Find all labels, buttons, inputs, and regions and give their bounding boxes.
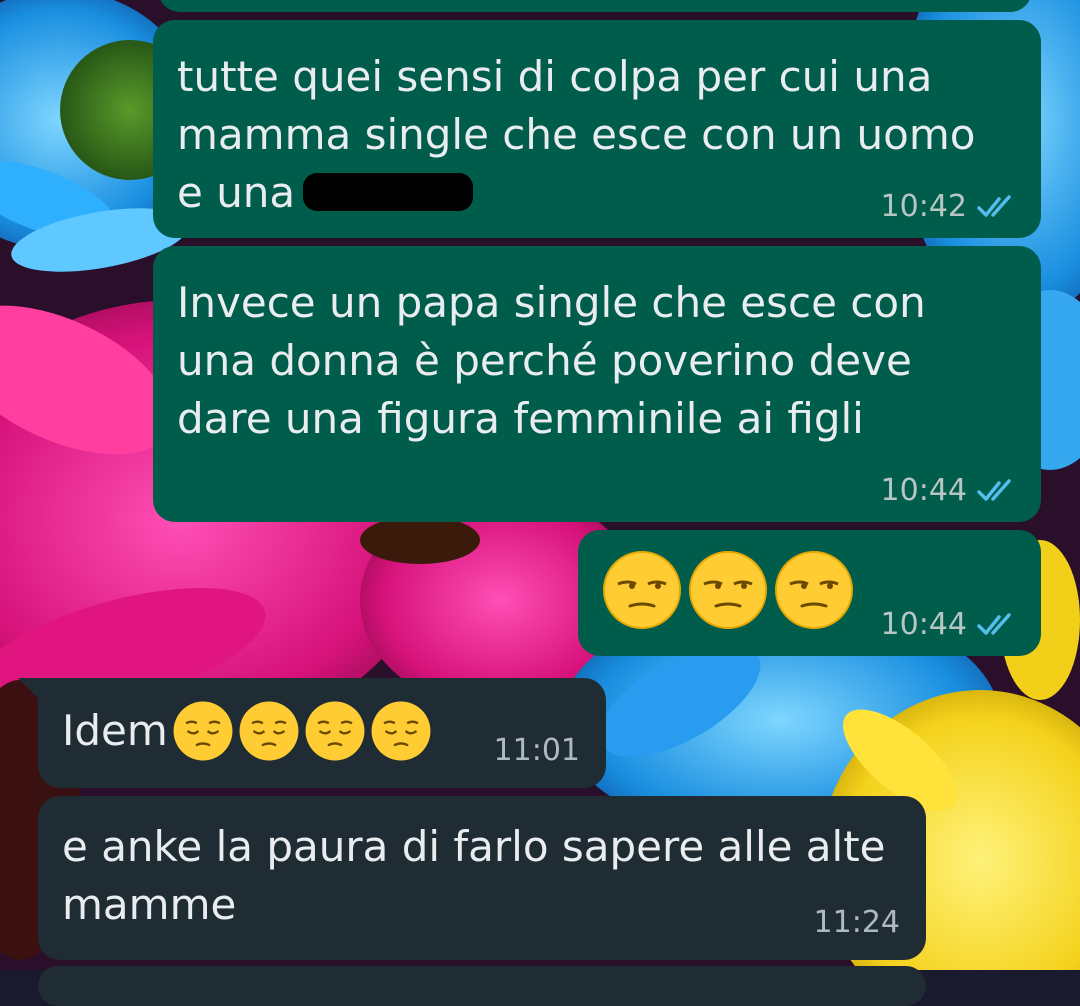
message-meta: 11:01 [494,734,580,768]
message-bubble-outgoing[interactable]: tutte quei sensi di colpa per cui una ma… [153,20,1041,238]
unamused-face-icon [689,551,767,629]
message-meta: 10:42 [881,190,1019,224]
double-check-icon [977,613,1011,635]
unamused-face-icon [603,551,681,629]
message-time: 10:44 [880,607,967,642]
message-text: e anke la paura di farlo sapere alle alt… [62,822,886,929]
message-bubble-outgoing[interactable]: Invece un papa single che esce con una d… [153,246,1041,522]
message-bubble-incoming[interactable]: Idem 11:01 [38,678,606,788]
redaction-mark [303,172,474,211]
message-time: 10:44 [880,473,967,508]
pensive-face-icon [371,701,431,761]
pensive-face-icon [239,701,299,761]
message-meta: 10:44 [881,608,1019,642]
unamused-face-icon [775,551,853,629]
message-bubble-outgoing[interactable]: 10:44 [578,530,1041,656]
pensive-face-icon [173,701,233,761]
message-bubble-incoming[interactable]: e anke la paura di farlo sapere alle alt… [38,796,926,960]
message-meta: 11:24 [814,906,900,940]
double-check-icon [977,195,1011,217]
message-meta: 10:44 [881,474,1019,508]
message-text: Idem [62,706,168,755]
message-time: 11:01 [493,733,580,768]
message-time: 11:24 [813,905,900,940]
message-bubble-partial-top[interactable] [158,0,1032,12]
message-time: 10:42 [880,189,967,224]
pensive-face-icon [305,701,365,761]
message-text: Invece un papa single che esce con una d… [177,278,926,443]
double-check-icon [977,479,1011,501]
message-bubble-partial-bottom[interactable] [38,966,926,1006]
bubble-tail [18,678,40,700]
